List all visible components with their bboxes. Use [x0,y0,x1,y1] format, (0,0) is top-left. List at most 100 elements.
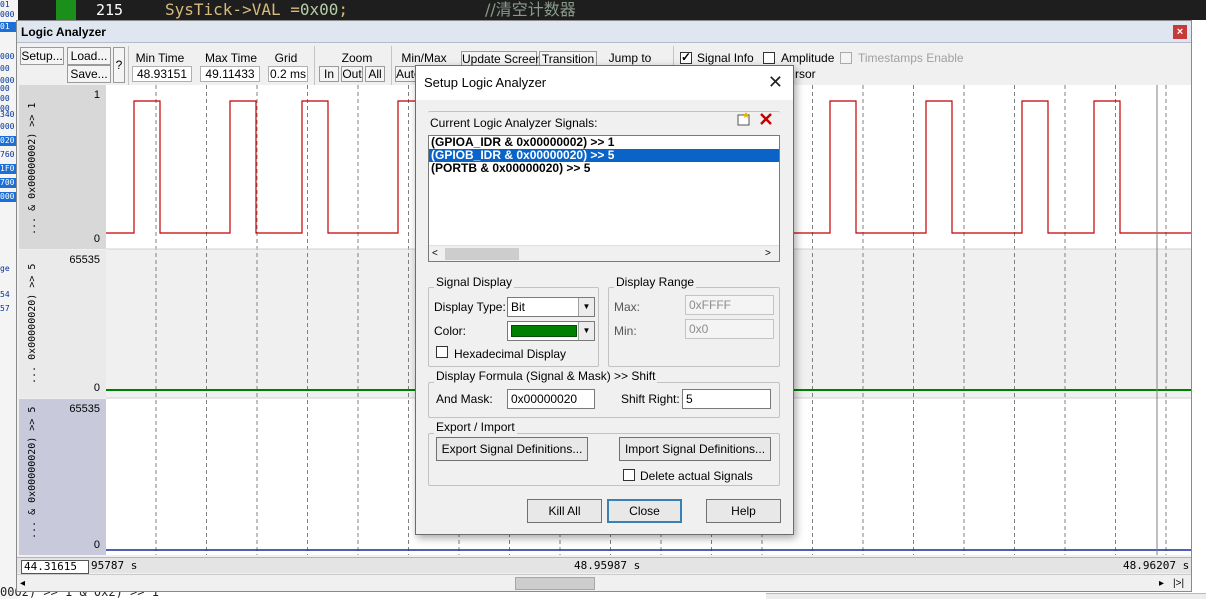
amplitude-label: Amplitude [781,51,835,65]
delete-signal-icon[interactable] [756,111,776,131]
cursor-time-box: 44.31615 s [21,560,89,585]
mem-label: ge [0,264,10,273]
cursor-label: rsor [795,67,816,81]
desktop: 215 SysTick->VAL =0x00; //清空计数器 01 000 0… [0,0,1206,599]
signals-list[interactable]: (GPIOA_IDR & 0x00000002) >> 1 (GPIOB_IDR … [428,135,780,262]
grid-value: 0.2 ms [268,66,308,82]
background-panel-edge [766,593,1206,599]
code-editor-line: 215 SysTick->VAL =0x00; //清空计数器 [0,0,1206,20]
line-number: 215 [96,1,124,19]
scroll-left-icon[interactable]: ◂ [20,577,25,590]
close-button[interactable]: Close [607,499,682,523]
code-text[interactable]: SysTick->VAL =0x00; [165,0,348,20]
minmax-label: Min/Max [401,51,447,65]
channel-label-3[interactable]: ... & 0x00000020) >> 5 65535 0 [19,399,107,555]
shift-right-label: Shift Right: [621,392,680,406]
load-button[interactable]: Load... [67,47,111,65]
delete-actual-label: Delete actual Signals [640,469,753,483]
and-mask-label: And Mask: [436,392,493,406]
hex-display-checkbox[interactable] [436,346,448,358]
list-scroll-thumb[interactable] [445,248,519,260]
logic-analyzer-titlebar[interactable]: Logic Analyzer × [17,21,1191,43]
code-comment: //清空计数器 [485,0,576,19]
channel-label-2[interactable]: ... 0x00000020) >> 5 65535 0 [19,250,107,398]
new-signal-icon[interactable] [734,111,754,131]
export-import-title: Export / Import [434,420,517,434]
channel-min: 0 [93,539,100,551]
shift-right-input[interactable]: 5 [682,389,771,409]
and-mask-input[interactable]: 0x00000020 [507,389,595,409]
code-identifier: SysTick->VAL [165,0,281,19]
display-type-select[interactable]: Bit ▼ [507,297,595,317]
zoom-label: Zoom [341,51,373,65]
channel-max: 65535 [69,403,100,415]
dialog-titlebar[interactable]: Setup Logic Analyzer ✕ [416,66,793,100]
formula-title: Display Formula (Signal & Mask) >> Shift [434,369,658,383]
horizontal-scrollbar[interactable]: ◂ ▸ |>| [17,574,1191,591]
max-time-value: 49.11433 s [200,66,260,95]
current-signals-label: Current Logic Analyzer Signals: [430,116,598,130]
export-signals-button[interactable]: Export Signal Definitions... [436,437,588,461]
mem-label: 57 [0,304,10,313]
min-field[interactable]: 0x0 [685,319,774,339]
channel-min: 0 [93,233,100,245]
time-center: 48.95987 s [574,559,641,572]
amplitude-checkbox[interactable] [763,52,775,64]
time-right: 48.96207 s [1123,559,1190,572]
color-select[interactable]: ▼ [507,321,595,341]
max-field[interactable]: 0xFFFF [685,295,774,315]
chevron-down-icon: ▼ [578,298,594,316]
list-scroll-right-icon[interactable]: > [765,247,771,261]
min-time-value: 48.93151 s [132,66,192,95]
save-button[interactable]: Save... [67,65,111,83]
zoom-in-button[interactable]: In [319,66,339,82]
signal-display-title: Signal Display [434,275,515,289]
scroll-right-icon[interactable]: ▸ [1159,577,1164,590]
code-semicolon: ; [338,0,349,19]
minmax-auto-button[interactable]: Auto [395,66,417,82]
signal-list-item[interactable]: (PORTB & 0x00000020) >> 5 [429,162,779,175]
mem-label: 00 [0,84,10,93]
delete-actual-checkbox[interactable] [623,469,635,481]
toolbar-separator [314,46,315,86]
setup-button[interactable]: Setup... [20,47,64,65]
list-horizontal-scrollbar[interactable]: < > [429,245,779,261]
zoom-all-button[interactable]: All [365,66,385,82]
max-label: Max: [614,300,641,314]
mem-label: 00 [0,64,10,73]
dialog-title: Setup Logic Analyzer [424,75,547,90]
help-button[interactable]: Help [706,499,781,523]
timestamps-label: Timestamps Enable [858,51,964,65]
close-icon[interactable]: ✕ [768,73,783,91]
time-left: 95787 s [91,559,138,572]
mem-label: 760 [0,150,15,159]
channel-max: 1 [93,89,100,101]
list-scroll-left-icon[interactable]: < [432,247,438,261]
setup-logic-analyzer-dialog: Setup Logic Analyzer ✕ Current Logic Ana… [415,65,794,535]
channel-name: ... & 0x00000020) >> 5 [27,406,38,539]
breakpoint-gutter[interactable] [56,0,76,20]
mem-label: 000 [0,52,15,61]
timestamps-checkbox[interactable] [840,52,852,64]
channel-min: 0 [93,382,100,394]
close-icon[interactable]: × [1173,25,1187,39]
zoom-out-button[interactable]: Out [341,66,363,82]
code-operator: = [280,0,300,19]
hex-display-label: Hexadecimal Display [454,347,567,361]
mem-label: 000 [0,10,15,19]
min-label: Min: [614,324,637,338]
scroll-end-icon[interactable]: |>| [1173,577,1184,590]
code-hex-value: 0x00 [299,0,339,19]
display-type-value: Bit [511,300,526,314]
chevron-down-icon: ▼ [578,322,594,340]
help-button[interactable]: ? [113,47,125,83]
scroll-thumb[interactable] [515,577,595,590]
display-type-label: Display Type: [434,300,506,314]
toolbar-separator [391,46,392,86]
channel-max: 65535 [69,254,100,266]
import-signals-button[interactable]: Import Signal Definitions... [619,437,771,461]
color-swatch [511,325,577,337]
kill-all-button[interactable]: Kill All [527,499,602,523]
signal-info-checkbox[interactable] [680,50,692,64]
channel-label-1[interactable]: ... & 0x00000002) >> 1 1 0 [19,85,107,249]
